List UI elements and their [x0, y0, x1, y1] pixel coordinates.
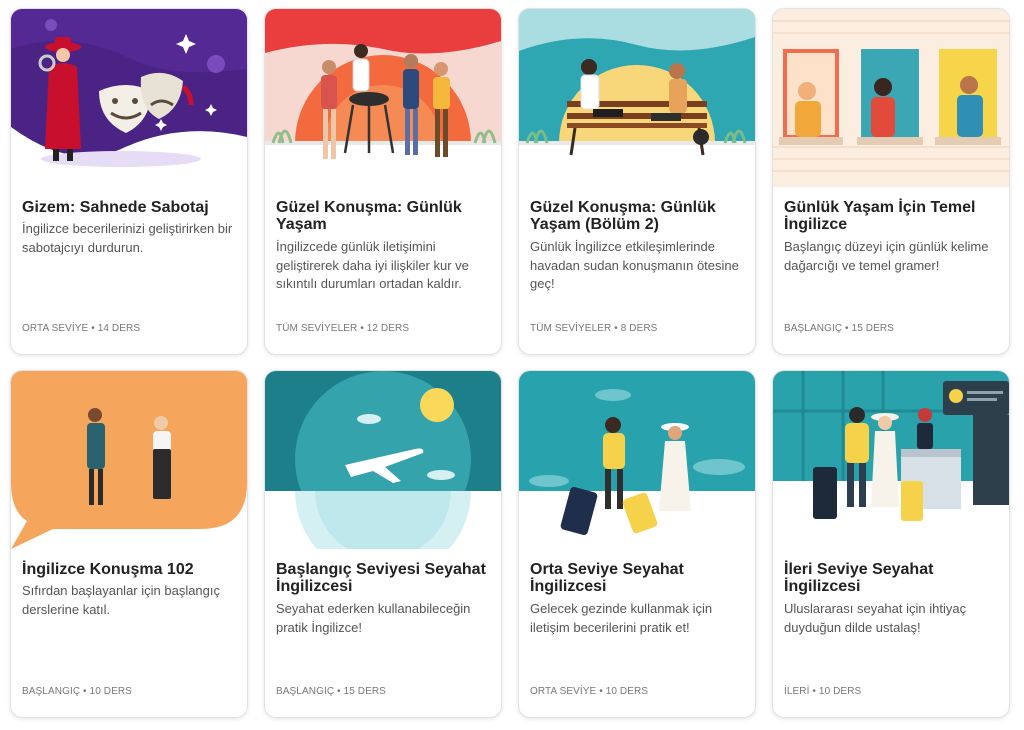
course-description: Uluslararası seyahat için ihtiyaç duyduğ… — [784, 601, 967, 635]
course-title: Orta Seviye Seyahat İngilizcesi — [530, 561, 684, 595]
course-lesson-count: 10 DERS — [818, 686, 862, 697]
course-meta: TÜM SEVİYELER • 12 DERS — [276, 323, 409, 334]
course-title: Gizem: Sahnede Sabotaj — [22, 199, 209, 216]
course-thumbnail — [11, 371, 247, 549]
course-thumbnail — [773, 371, 1009, 549]
course-level: TÜM SEVİYELER — [276, 323, 358, 334]
meta-separator: • — [845, 323, 849, 334]
course-meta: ORTA SEVİYE • 14 DERS — [22, 323, 140, 334]
course-card-baslangic-seyahat[interactable]: Başlangıç Seviyesi Seyahat İngilizcesi S… — [264, 370, 502, 718]
meta-separator: • — [614, 323, 618, 334]
course-title: Günlük Yaşam İçin Temel İngilizce — [784, 199, 976, 233]
course-card-gizem[interactable]: Gizem: Sahnede Sabotaj İngilizce beceril… — [10, 8, 248, 355]
park-bench-illustration — [519, 9, 755, 187]
course-description: Gelecek gezinde kullanmak için iletişim … — [530, 601, 713, 635]
course-description: Başlangıç düzeyi için günlük kelime dağa… — [784, 239, 989, 273]
course-meta: ORTA SEVİYE • 10 DERS — [530, 686, 648, 697]
course-card-gunluk-yasam[interactable]: Günlük Yaşam İçin Temel İngilizce Başlan… — [772, 8, 1010, 355]
speech-bubble-illustration — [11, 371, 247, 549]
barbecue-party-illustration — [265, 9, 501, 187]
theater-masks-illustration — [11, 9, 247, 187]
course-level: TÜM SEVİYELER — [530, 323, 612, 334]
course-meta: İLERİ • 10 DERS — [784, 686, 861, 697]
course-card-ileri-seyahat[interactable]: İleri Seviye Seyahat İngilizcesi Uluslar… — [772, 370, 1010, 718]
meta-separator: • — [337, 686, 341, 697]
travelers-luggage-illustration — [519, 371, 755, 549]
course-description: Seyahat ederken kullanabileceğin pratik … — [276, 601, 471, 635]
meta-separator: • — [91, 323, 95, 334]
course-meta: BAŞLANGIÇ • 15 DERS — [276, 686, 386, 697]
course-lesson-count: 10 DERS — [89, 686, 132, 697]
airplane-sky-illustration — [265, 371, 501, 549]
course-title: İngilizce Konuşma 102 — [22, 561, 194, 578]
course-thumbnail — [519, 371, 755, 549]
course-title: Güzel Konuşma: Günlük Yaşam — [276, 199, 462, 233]
course-level: İLERİ — [784, 686, 810, 697]
airport-checkin-illustration — [773, 371, 1009, 549]
meta-separator: • — [599, 686, 603, 697]
course-thumbnail — [265, 9, 501, 187]
course-grid: Gizem: Sahnede Sabotaj İngilizce beceril… — [0, 0, 1024, 730]
meta-separator: • — [360, 323, 364, 334]
course-title: Güzel Konuşma: Günlük Yaşam (Bölüm 2) — [530, 199, 716, 233]
course-lesson-count: 10 DERS — [605, 686, 649, 697]
course-meta: TÜM SEVİYELER • 8 DERS — [530, 323, 657, 334]
course-lesson-count: 12 DERS — [366, 323, 410, 334]
course-lesson-count: 15 DERS — [343, 686, 386, 697]
course-card-guzel-konusma-2[interactable]: Güzel Konuşma: Günlük Yaşam (Bölüm 2) Gü… — [518, 8, 756, 355]
meta-separator: • — [812, 686, 817, 697]
course-level: ORTA SEVİYE — [530, 686, 597, 697]
course-level: BAŞLANGIÇ — [276, 686, 335, 697]
course-level: BAŞLANGIÇ — [784, 323, 843, 334]
course-level: ORTA SEVİYE — [22, 323, 89, 334]
course-level: BAŞLANGIÇ — [22, 686, 81, 697]
course-card-orta-seyahat[interactable]: Orta Seviye Seyahat İngilizcesi Gelecek … — [518, 370, 756, 718]
course-description: İngilizce becerilerinizi geliştirirken b… — [22, 221, 233, 255]
course-lesson-count: 14 DERS — [97, 323, 141, 334]
course-thumbnail — [265, 371, 501, 549]
course-title: Başlangıç Seviyesi Seyahat İngilizcesi — [276, 561, 486, 595]
meta-separator: • — [83, 686, 87, 697]
course-thumbnail — [773, 9, 1009, 187]
course-title: İleri Seviye Seyahat İngilizcesi — [784, 561, 934, 595]
course-lesson-count: 8 DERS — [620, 323, 658, 334]
course-description: Sıfırdan başlayanlar için başlangıç ders… — [22, 583, 221, 617]
course-lesson-count: 15 DERS — [851, 323, 894, 334]
course-thumbnail — [519, 9, 755, 187]
course-description: Günlük İngilizce etkileşimlerinde havada… — [530, 239, 739, 291]
course-card-konusma-102[interactable]: İngilizce Konuşma 102 Sıfırdan başlayanl… — [10, 370, 248, 718]
course-description: İngilizcede günlük iletişimini geliştire… — [276, 239, 469, 291]
course-card-guzel-konusma[interactable]: Güzel Konuşma: Günlük Yaşam İngilizcede … — [264, 8, 502, 355]
course-meta: BAŞLANGIÇ • 15 DERS — [784, 323, 894, 334]
course-thumbnail — [11, 9, 247, 187]
course-meta: BAŞLANGIÇ • 10 DERS — [22, 686, 132, 697]
apartment-windows-illustration — [773, 9, 1009, 187]
